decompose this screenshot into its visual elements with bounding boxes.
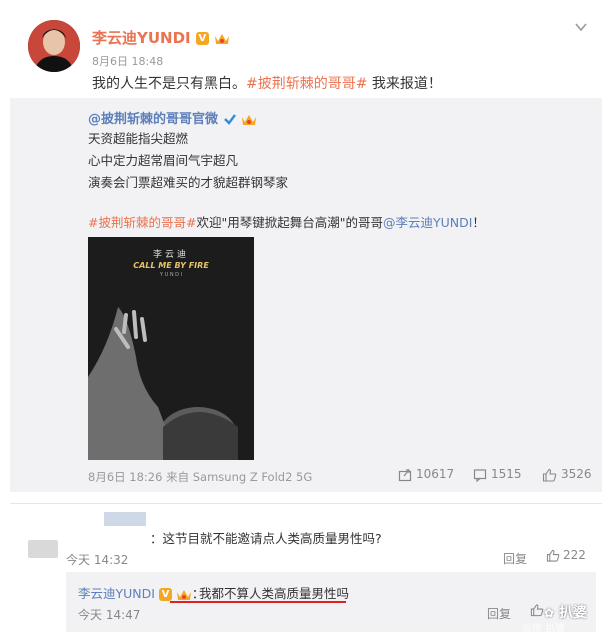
poster-subtitle: Y U N D I — [159, 272, 183, 278]
reply-time: 今天 14:47 — [78, 608, 141, 622]
post-hashtag-link[interactable]: #披荆斩棘的哥哥# — [246, 76, 367, 92]
verified-icon: V — [158, 588, 172, 601]
author-name-text[interactable]: 李云迪YUNDI — [92, 29, 191, 47]
comment-time: 今天 14:32 — [66, 553, 129, 567]
reply-author[interactable]: 李云迪YUNDI V ： — [78, 583, 204, 602]
original-meta[interactable]: 8月6日 18:26 来自 Samsung Z Fold2 5G — [88, 469, 312, 485]
post-time[interactable]: 8月6日 18:48 — [92, 53, 163, 69]
share-icon — [398, 468, 412, 481]
verified-blue-icon — [223, 114, 236, 125]
reply-author-name[interactable]: 李云迪YUNDI — [78, 586, 155, 601]
original-line-2: 心中定力超常眉间气宇超凡 — [88, 153, 239, 168]
crown-badge-icon — [242, 115, 257, 125]
original-tagline: #披荆斩棘的哥哥#欢迎"用琴键掀起舞台高潮"的哥哥@李云迪YUNDI！ — [88, 212, 485, 231]
watermark: ✿ 扒婆 — [544, 605, 587, 621]
avatar[interactable] — [28, 20, 80, 72]
original-author[interactable]: @披荆斩棘的哥哥官微 — [88, 108, 257, 127]
commenter-avatar-blurred[interactable] — [28, 540, 58, 558]
comment-like-button[interactable]: 222 — [546, 548, 586, 562]
repost-count: 10617 — [416, 467, 455, 481]
post-text: 我的人生不是只有黑白。#披荆斩棘的哥哥# 我来报道！ — [92, 73, 442, 93]
highlight-underline — [170, 601, 346, 603]
chevron-down-icon[interactable] — [574, 20, 588, 34]
watermark-sub: 百度 扒婆 — [522, 624, 566, 635]
thumbs-up-icon — [546, 549, 560, 562]
comment-button[interactable]: 1515 — [473, 467, 522, 482]
watermark-text: 扒婆 — [558, 605, 587, 621]
original-tag-text: 欢迎"用琴键掀起舞台高潮"的哥哥 — [196, 215, 383, 230]
original-hashtag-link[interactable]: #披荆斩棘的哥哥# — [88, 215, 196, 230]
thumbs-up-icon — [542, 468, 557, 482]
comment-reply-button[interactable]: 回复 — [503, 550, 527, 567]
original-line-1: 天资超能指尖超燃 — [88, 131, 189, 146]
comment-icon — [473, 468, 487, 482]
like-count: 3526 — [561, 467, 592, 481]
repost-button[interactable]: 10617 — [398, 467, 454, 482]
thumbs-up-icon[interactable] — [530, 603, 544, 617]
divider — [10, 503, 602, 504]
comment-text: ：这节目就不能邀请点人类高质量男性吗? — [150, 531, 382, 546]
commenter-name-blurred[interactable] — [104, 512, 146, 526]
original-author-name[interactable]: @披荆斩棘的哥哥官微 — [88, 112, 218, 127]
crown-badge-icon — [215, 34, 230, 44]
reply-reply-button[interactable]: 回复 — [487, 605, 511, 622]
crown-badge-icon — [176, 590, 191, 600]
comment-like-count: 222 — [563, 548, 586, 562]
post-text-end: 我来报道！ — [367, 76, 442, 92]
poster-title: CALL ME BY FIRE — [133, 261, 209, 270]
mention-link[interactable]: @李云迪YUNDI — [383, 215, 472, 230]
post-text-plain: 我的人生不是只有黑白。 — [92, 76, 246, 92]
comment-count: 1515 — [491, 467, 522, 481]
author-name[interactable]: 李云迪YUNDI V — [92, 27, 230, 48]
original-tag-end: ！ — [472, 215, 485, 230]
poster-name: 李云迪 — [152, 250, 189, 260]
like-button[interactable]: 3526 — [542, 467, 592, 482]
reply-text: 我都不算人类高质量男性吗 — [199, 586, 350, 601]
original-line-3: 演奏会门票超难买的才貌超群钢琴家 — [88, 175, 289, 190]
poster-image[interactable]: 李云迪 CALL ME BY FIRE Y U N D I — [88, 237, 254, 460]
verified-icon: V — [195, 32, 209, 45]
